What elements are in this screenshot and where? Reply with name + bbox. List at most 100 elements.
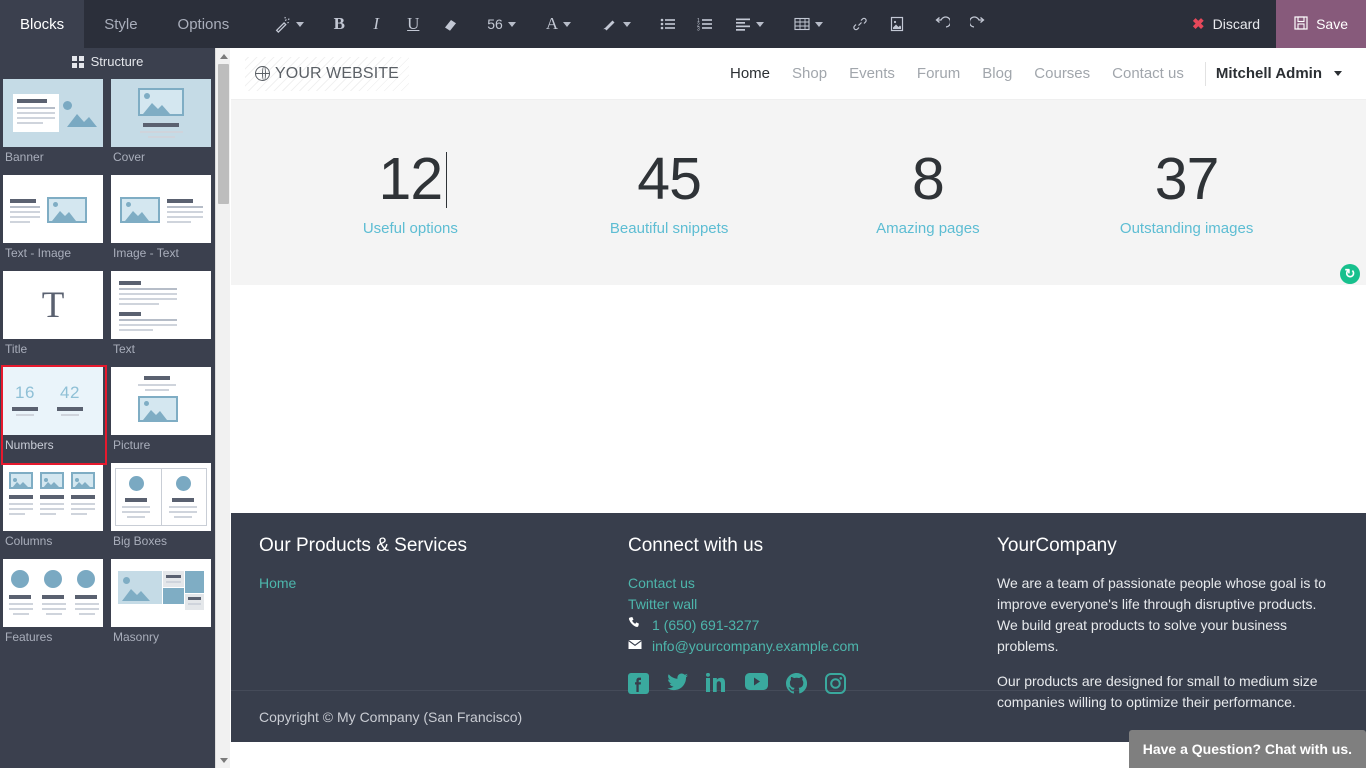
font-size-selector[interactable]: 56 <box>481 9 522 39</box>
number-caption[interactable]: Useful options <box>281 220 540 237</box>
block-label[interactable]: Image - Text <box>111 243 213 271</box>
columns-thumbnail[interactable] <box>3 463 103 531</box>
number-column-4[interactable]: 37 Outstanding images <box>1057 148 1316 237</box>
block-item-masonry[interactable]: Masonry <box>111 559 213 655</box>
number-column-2[interactable]: 45 Beautiful snippets <box>540 148 799 237</box>
nav-item-shop[interactable]: Shop <box>781 65 838 82</box>
block-label[interactable]: Big Boxes <box>111 531 213 559</box>
tab-blocks[interactable]: Blocks <box>0 0 85 48</box>
number-value[interactable]: 8 <box>912 148 945 210</box>
linkedin-icon[interactable] <box>706 672 727 699</box>
number-value[interactable]: 12 <box>379 148 447 210</box>
scrollbar-thumb[interactable] <box>218 64 229 204</box>
bullet-list-icon[interactable] <box>655 9 681 39</box>
numbers-snippet[interactable]: 12 Useful options 45 Beautiful snippets … <box>231 100 1366 285</box>
block-label[interactable]: Columns <box>3 531 105 559</box>
block-item-cover[interactable]: Cover <box>111 79 213 175</box>
number-value[interactable]: 37 <box>1155 148 1220 210</box>
block-item-title[interactable]: T Title <box>3 271 105 367</box>
image-icon[interactable] <box>884 9 910 39</box>
masonry-thumbnail[interactable] <box>111 559 211 627</box>
number-caption[interactable]: Amazing pages <box>799 220 1058 237</box>
features-thumbnail[interactable] <box>3 559 103 627</box>
big-boxes-thumbnail[interactable] <box>111 463 211 531</box>
block-label[interactable]: Title <box>3 339 105 367</box>
facebook-icon[interactable] <box>628 673 649 699</box>
number-caption[interactable]: Outstanding images <box>1057 220 1316 237</box>
nav-item-contact-us[interactable]: Contact us <box>1101 65 1195 82</box>
footer-email[interactable]: info@yourcompany.example.com <box>628 636 969 657</box>
italic-button[interactable]: I <box>363 9 389 39</box>
youtube-icon[interactable] <box>745 673 768 699</box>
block-item-text-image[interactable]: Text - Image <box>3 175 105 271</box>
nav-item-courses[interactable]: Courses <box>1023 65 1101 82</box>
footer-column-products: Our Products & Services Home <box>245 535 614 690</box>
block-item-big-boxes[interactable]: Big Boxes <box>111 463 213 559</box>
block-item-image-text[interactable]: Image - Text <box>111 175 213 271</box>
block-label[interactable]: Banner <box>3 147 105 175</box>
tab-style[interactable]: Style <box>84 0 157 48</box>
block-label[interactable]: Masonry <box>111 627 213 655</box>
scroll-up-arrow[interactable] <box>216 48 231 64</box>
font-color-icon[interactable]: A <box>540 9 577 39</box>
bold-button[interactable]: B <box>326 9 352 39</box>
block-label[interactable]: Picture <box>111 435 213 463</box>
refresh-icon[interactable]: ↻ <box>1340 264 1360 284</box>
number-column-3[interactable]: 8 Amazing pages <box>799 148 1058 237</box>
github-icon[interactable] <box>786 673 808 699</box>
chat-widget-button[interactable]: Have a Question? Chat with us. <box>1128 730 1366 768</box>
discard-button[interactable]: ✖ Discard <box>1176 0 1276 48</box>
numbered-list-icon[interactable]: 123 <box>692 9 718 39</box>
numbers-thumbnail[interactable]: 16 42 <box>3 367 103 435</box>
user-menu[interactable]: Mitchell Admin <box>1216 65 1346 82</box>
table-icon[interactable] <box>788 9 829 39</box>
redo-icon[interactable] <box>965 9 991 39</box>
sidebar-scrollbar[interactable] <box>215 48 230 768</box>
cover-thumbnail[interactable] <box>111 79 211 147</box>
magic-wand-icon[interactable] <box>270 9 308 39</box>
block-item-numbers[interactable]: 16 42 Numbers <box>1 365 107 465</box>
block-label[interactable]: Numbers <box>3 435 105 463</box>
block-label[interactable]: Features <box>3 627 105 655</box>
footer-link-home[interactable]: Home <box>259 573 600 594</box>
block-label[interactable]: Cover <box>111 147 213 175</box>
nav-item-forum[interactable]: Forum <box>906 65 971 82</box>
text-image-thumbnail[interactable] <box>3 175 103 243</box>
picture-thumbnail[interactable] <box>111 367 211 435</box>
block-item-picture[interactable]: Picture <box>111 367 213 463</box>
nav-item-home[interactable]: Home <box>719 65 781 82</box>
block-item-text[interactable]: Text <box>111 271 213 367</box>
tab-options[interactable]: Options <box>158 0 250 48</box>
twitter-icon[interactable] <box>667 673 688 699</box>
eraser-icon[interactable] <box>437 9 463 39</box>
block-label[interactable]: Text <box>111 339 213 367</box>
chevron-down-icon <box>1334 71 1342 76</box>
block-item-columns[interactable]: Columns <box>3 463 105 559</box>
footer-link-twitter-wall[interactable]: Twitter wall <box>628 594 969 615</box>
number-value[interactable]: 45 <box>637 148 702 210</box>
block-label[interactable]: Text - Image <box>3 243 105 271</box>
site-logo[interactable]: YOUR WEBSITE <box>245 56 409 91</box>
save-button[interactable]: Save <box>1276 0 1366 48</box>
footer-phone[interactable]: 1 (650) 691-3277 <box>628 615 969 636</box>
nav-item-blog[interactable]: Blog <box>971 65 1023 82</box>
link-icon[interactable] <box>847 9 873 39</box>
title-thumbnail[interactable]: T <box>3 271 103 339</box>
text-thumbnail[interactable] <box>111 271 211 339</box>
instagram-icon[interactable] <box>825 673 846 699</box>
number-caption[interactable]: Beautiful snippets <box>540 220 799 237</box>
image-text-thumbnail[interactable] <box>111 175 211 243</box>
number-column-1[interactable]: 12 Useful options <box>281 148 540 237</box>
underline-button[interactable]: U <box>400 9 426 39</box>
align-icon[interactable] <box>729 9 770 39</box>
scroll-down-arrow[interactable] <box>216 752 231 768</box>
footer-email-value[interactable]: info@yourcompany.example.com <box>652 636 859 657</box>
block-item-banner[interactable]: Banner <box>3 79 105 175</box>
undo-icon[interactable] <box>928 9 954 39</box>
paintbrush-icon[interactable] <box>595 9 637 39</box>
footer-phone-value[interactable]: 1 (650) 691-3277 <box>652 615 759 636</box>
banner-thumbnail[interactable] <box>3 79 103 147</box>
footer-link-contact-us[interactable]: Contact us <box>628 573 969 594</box>
nav-item-events[interactable]: Events <box>838 65 906 82</box>
block-item-features[interactable]: Features <box>3 559 105 655</box>
